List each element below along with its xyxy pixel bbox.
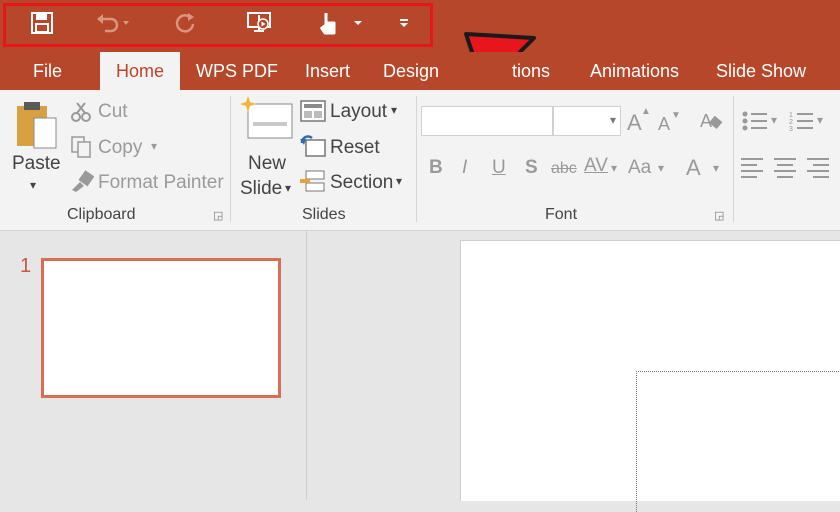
clipboard-group-label: Clipboard: [67, 206, 136, 223]
section-icon[interactable]: [300, 170, 326, 199]
underline-button[interactable]: U: [492, 157, 506, 179]
group-divider: [230, 96, 231, 222]
character-spacing-dropdown-icon[interactable]: ▾: [611, 161, 617, 175]
touch-mouse-mode-icon[interactable]: [318, 8, 364, 38]
copy-dropdown-icon[interactable]: ▾: [151, 139, 157, 153]
copy-icon[interactable]: [70, 135, 92, 164]
strikethrough-button[interactable]: abc: [551, 160, 577, 178]
shrink-font-caret-icon: ▼: [671, 110, 681, 121]
shrink-font-button[interactable]: A: [658, 114, 670, 135]
svg-text:A: A: [700, 111, 712, 131]
bullets-dropdown-icon[interactable]: ▾: [771, 113, 777, 127]
group-divider: [416, 96, 417, 222]
slide-number: 1: [20, 255, 32, 277]
font-launcher-icon[interactable]: ◲: [714, 209, 724, 222]
change-case-dropdown-icon[interactable]: ▾: [658, 161, 664, 175]
align-right-icon[interactable]: [806, 156, 830, 183]
group-divider: [733, 96, 734, 222]
layout-dropdown-icon[interactable]: ▾: [391, 103, 397, 117]
font-size-dropdown-icon[interactable]: ▾: [610, 113, 616, 127]
ribbon-home: Paste ▾ Cut Copy ▾ Format Painter Clipbo…: [0, 90, 840, 231]
new-slide-label-line1[interactable]: New: [248, 153, 286, 175]
font-size-box[interactable]: ▾: [553, 106, 621, 136]
paste-button[interactable]: Paste: [12, 153, 61, 175]
section-button[interactable]: Section: [330, 172, 393, 194]
paste-dropdown-icon[interactable]: ▾: [30, 178, 36, 192]
slide-thumbnail[interactable]: [41, 258, 281, 398]
tab-file[interactable]: File: [33, 52, 62, 90]
clipboard-launcher-icon[interactable]: ◲: [213, 209, 223, 222]
svg-text:2: 2: [789, 119, 793, 126]
grow-font-button[interactable]: A: [627, 110, 642, 136]
new-slide-label-line2[interactable]: Slide: [240, 178, 282, 200]
font-color-dropdown-icon[interactable]: ▾: [713, 161, 719, 175]
svg-text:3: 3: [789, 126, 793, 132]
placeholder-box[interactable]: [636, 371, 840, 512]
layout-icon[interactable]: [300, 100, 326, 127]
start-from-beginning-icon[interactable]: [244, 8, 276, 38]
bullets-icon[interactable]: [742, 110, 768, 137]
font-name-box[interactable]: [421, 106, 553, 136]
redo-icon[interactable]: [170, 8, 200, 38]
layout-button[interactable]: Layout: [330, 101, 387, 123]
numbering-icon[interactable]: 123: [789, 110, 815, 137]
reset-icon[interactable]: [300, 135, 326, 162]
tab-transitions[interactable]: tions: [512, 52, 550, 90]
shadow-button[interactable]: S: [525, 157, 538, 179]
numbering-dropdown-icon[interactable]: ▾: [817, 113, 823, 127]
grow-font-caret-icon: ▲: [641, 106, 651, 117]
quick-access-toolbar-highlight: [3, 3, 433, 47]
tab-wps-pdf[interactable]: WPS PDF: [196, 52, 278, 90]
slides-group-label: Slides: [302, 206, 346, 223]
clear-formatting-icon[interactable]: A: [700, 110, 724, 137]
bold-button[interactable]: B: [429, 157, 443, 179]
align-left-icon[interactable]: [740, 156, 764, 183]
format-painter-icon[interactable]: [70, 170, 95, 197]
copy-button[interactable]: Copy: [98, 137, 142, 159]
font-color-button[interactable]: A: [686, 155, 701, 181]
reset-button[interactable]: Reset: [330, 137, 380, 159]
format-painter-button[interactable]: Format Painter: [98, 172, 224, 194]
save-icon[interactable]: [28, 8, 56, 38]
customize-qat-icon[interactable]: [396, 8, 412, 38]
undo-icon[interactable]: [94, 8, 130, 38]
tab-design[interactable]: Design: [383, 52, 439, 90]
font-group-label: Font: [545, 206, 578, 223]
new-slide-dropdown-icon[interactable]: ▾: [285, 181, 291, 195]
change-case-button[interactable]: Aa: [628, 157, 651, 179]
tab-home[interactable]: Home: [100, 52, 180, 90]
ribbon-tab-bar: File Home WPS PDF Insert Design tions An…: [0, 52, 840, 90]
new-slide-icon[interactable]: [240, 96, 294, 147]
svg-text:1: 1: [789, 112, 793, 119]
italic-button[interactable]: I: [462, 157, 467, 179]
tab-animations[interactable]: Animations: [590, 52, 679, 90]
section-dropdown-icon[interactable]: ▾: [396, 174, 402, 188]
cut-icon[interactable]: [70, 101, 92, 128]
align-center-icon[interactable]: [773, 156, 797, 183]
tab-insert[interactable]: Insert: [305, 52, 350, 90]
tab-slide-show[interactable]: Slide Show: [716, 52, 806, 90]
cut-button[interactable]: Cut: [98, 101, 128, 123]
title-bar: [0, 0, 840, 130]
slide-thumbnail-pane: 1: [0, 231, 307, 500]
slide-canvas[interactable]: [460, 240, 840, 512]
character-spacing-button[interactable]: AV: [584, 155, 608, 177]
paste-icon[interactable]: [14, 100, 58, 155]
